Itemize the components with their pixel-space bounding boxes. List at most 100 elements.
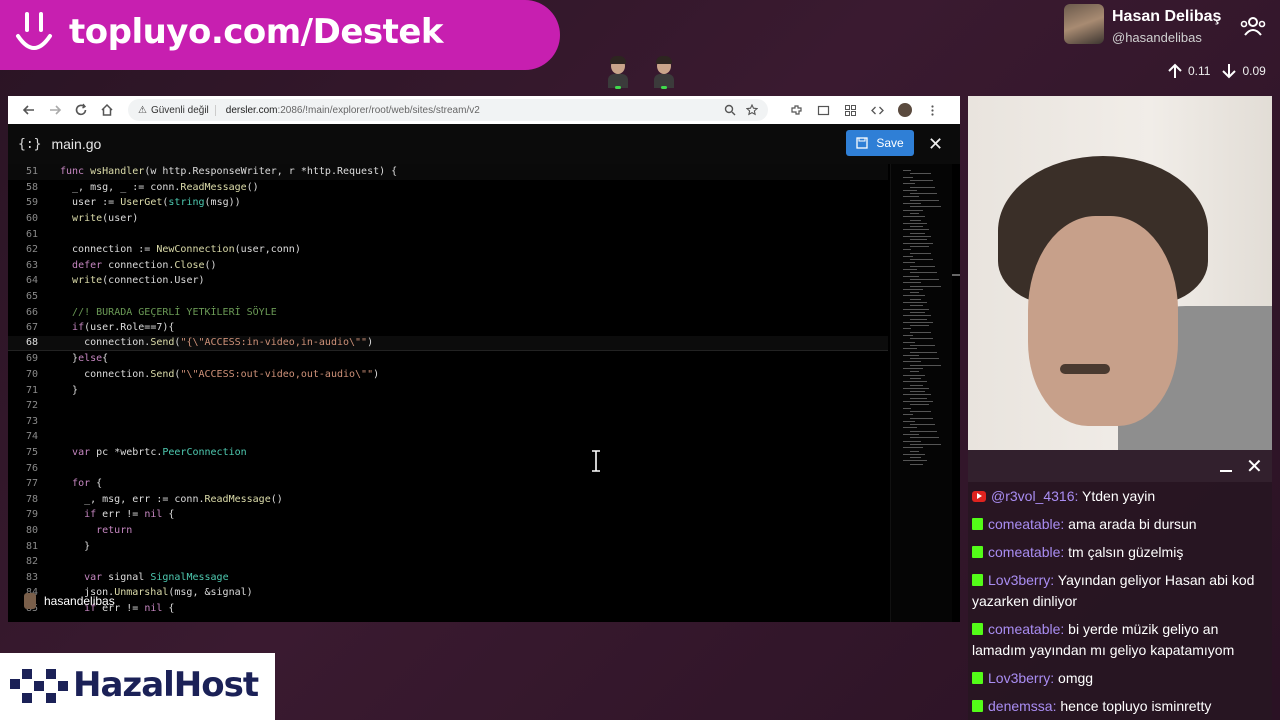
minimap-line [910, 252, 931, 254]
code-line[interactable]: 75 var pc *webrtc.PeerConnection [8, 445, 888, 461]
line-number: 70 [25, 369, 38, 381]
webcam-mustache [1060, 364, 1110, 374]
chat-username[interactable]: Lov3berry [988, 572, 1050, 588]
code-line[interactable]: 74 [8, 429, 888, 445]
code-line[interactable]: 79 if err != nil { [8, 507, 888, 523]
code-line[interactable]: 83 var signal SignalMessage [8, 569, 888, 585]
editor-header: {:} main.go Save ✕ [8, 124, 960, 164]
code-line[interactable]: 61 [8, 226, 888, 242]
forward-button[interactable] [42, 98, 68, 122]
line-number: 77 [25, 478, 38, 490]
line-number: 59 [25, 197, 38, 209]
line-number: 74 [25, 431, 38, 443]
minimap-line [903, 394, 931, 396]
users-icon[interactable] [1240, 16, 1266, 36]
sponsor-logo: HazalHost [0, 653, 275, 720]
code-text: write(user) [72, 213, 139, 225]
minimap-line [903, 308, 929, 310]
close-chat-button[interactable]: ✕ [1246, 454, 1263, 479]
code-line[interactable]: 64 write(connection.User) [8, 273, 888, 289]
minimap-line [910, 212, 919, 214]
chat-message: comeatable: tm çalsın güzelmiş [972, 542, 1266, 563]
code-line[interactable]: 82 [8, 554, 888, 570]
code-line[interactable]: 81 } [8, 538, 888, 554]
code-line[interactable]: 71 } [8, 382, 888, 398]
chat-username[interactable]: comeatable [988, 621, 1060, 637]
code-editor[interactable]: 51 func wsHandler(w http.ResponseWriter, … [8, 164, 888, 622]
chat-username[interactable]: comeatable [988, 544, 1060, 560]
chat-username[interactable]: comeatable [988, 516, 1060, 532]
minimap-line [903, 354, 919, 356]
code-line[interactable]: 84 json.Unmarshal(msg, &signal) [8, 585, 888, 601]
code-line[interactable]: 70 connection.Send("\"ACCESS:out-video,o… [8, 367, 888, 383]
code-line[interactable]: 80 return [8, 523, 888, 539]
code-line[interactable]: 63 defer connection.Close() [8, 258, 888, 274]
kick-icon [972, 672, 983, 684]
file-braces-icon: {:} [18, 136, 42, 152]
code-line[interactable]: 69 }else{ [8, 351, 888, 367]
code-text: }else{ [60, 353, 109, 365]
browser-profile-avatar[interactable] [898, 103, 912, 117]
line-number: 80 [25, 524, 38, 536]
reload-button[interactable] [68, 98, 94, 122]
code-line[interactable]: 68 connection.Send("{\"ACCESS:in-video,i… [8, 335, 888, 352]
code-line[interactable]: 85 if err != nil { [8, 601, 888, 617]
code-line[interactable]: 72 [8, 398, 888, 414]
arrow-up-icon[interactable] [1166, 62, 1184, 80]
zoom-icon[interactable] [724, 104, 736, 116]
code-line[interactable]: 77 for { [8, 476, 888, 492]
code-line[interactable]: 62 connection := NewConnection(user,conn… [8, 242, 888, 258]
address-bar[interactable]: ⚠ Güvenli değil dersler.com:2086/!main/e… [128, 99, 768, 121]
code-line[interactable]: 59 user := UserGet(string(msg)) [8, 195, 888, 211]
apps-icon[interactable] [844, 104, 857, 117]
downvote-value: 0.09 [1242, 64, 1266, 78]
minimap-line [910, 463, 923, 465]
kick-icon [972, 700, 983, 712]
chat-text: ama arada bi dursun [1068, 516, 1197, 532]
minimap[interactable] [890, 164, 952, 622]
chat-username[interactable]: denemssa [988, 698, 1053, 714]
extensions-icon[interactable] [790, 104, 803, 117]
media-icon[interactable] [817, 104, 830, 117]
arrow-down-icon[interactable] [1220, 62, 1238, 80]
devtools-icon[interactable] [871, 104, 884, 117]
viewer-avatars [606, 56, 676, 90]
more-menu-icon[interactable] [926, 104, 939, 117]
code-line[interactable]: 66 //! BURADA GEÇERLİ YETKİLERİ SÖYLE [8, 304, 888, 320]
code-line[interactable]: 76 [8, 460, 888, 476]
minimap-line [910, 285, 941, 287]
overlay-username: hasandelibas [44, 594, 115, 608]
line-number: 73 [25, 415, 38, 427]
minimap-line [903, 460, 927, 462]
code-line[interactable]: 73 [8, 414, 888, 430]
code-line[interactable]: 67 if(user.Role==7){ [8, 320, 888, 336]
minimap-line [910, 173, 931, 175]
arrow-left-icon [22, 105, 34, 115]
minimap-line [903, 321, 933, 323]
code-line[interactable]: 65 [8, 289, 888, 305]
code-line[interactable]: 60 write(user) [8, 211, 888, 227]
minimap-line [903, 242, 933, 244]
minimap-line [903, 288, 923, 290]
close-editor-button[interactable]: ✕ [928, 134, 943, 155]
minimap-line [910, 259, 933, 261]
save-icon [856, 137, 868, 149]
save-button[interactable]: Save [846, 130, 914, 156]
smile-icon [16, 12, 52, 50]
star-icon[interactable] [746, 104, 758, 116]
scrollbar-thumb[interactable] [952, 274, 960, 276]
chat-username[interactable]: @r3vol_4316 [991, 488, 1075, 504]
code-line[interactable]: 78 _, msg, err := conn.ReadMessage() [8, 491, 888, 507]
code-line[interactable]: 51 func wsHandler(w http.ResponseWriter, … [8, 164, 888, 180]
minimize-button[interactable] [1220, 458, 1232, 472]
minimap-line [903, 440, 921, 442]
viewer-overlay: hasandelibas [24, 593, 115, 609]
minimap-line [903, 196, 919, 198]
hazalhost-logo-text: HazalHost [73, 665, 259, 705]
code-line[interactable]: 58 _, msg, _ := conn.ReadMessage() [8, 180, 888, 196]
chat-username[interactable]: Lov3berry [988, 670, 1050, 686]
back-button[interactable] [16, 98, 42, 122]
profile-name: Hasan Delibaş [1112, 8, 1222, 25]
home-button[interactable] [94, 98, 120, 122]
chat-separator: : [1060, 544, 1069, 560]
